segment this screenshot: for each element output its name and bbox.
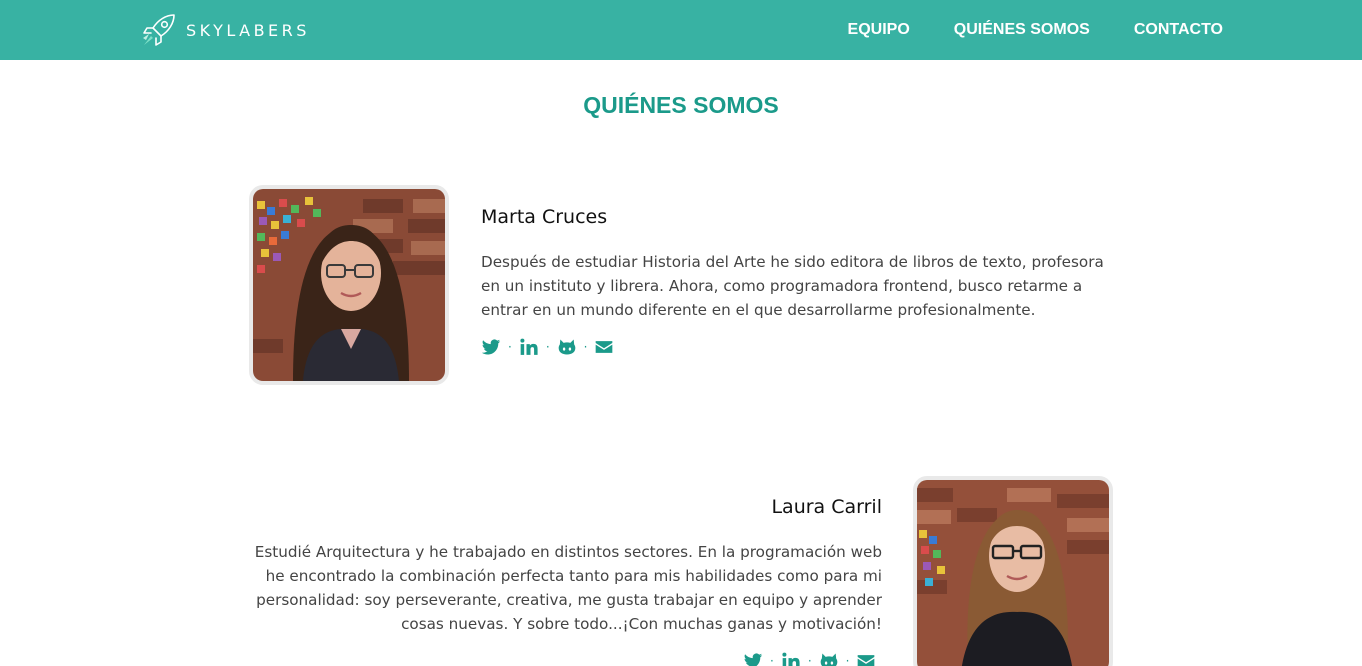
- email-icon[interactable]: [593, 336, 615, 358]
- main-nav: EQUIPO QUIÉNES SOMOS CONTACTO: [804, 0, 1223, 60]
- member-name: Marta Cruces: [481, 206, 608, 228]
- brand-name: SKYLABERS: [186, 20, 310, 40]
- separator-dot: ·: [807, 654, 812, 666]
- separator-dot: ·: [845, 654, 850, 666]
- linkedin-icon[interactable]: [518, 336, 540, 358]
- brand-home-link[interactable]: SKYLABERS: [140, 11, 310, 49]
- top-navbar: SKYLABERS EQUIPO QUIÉNES SOMOS CONTACTO: [0, 0, 1362, 60]
- member-photo-marta: [249, 185, 449, 385]
- nav-link-equipo[interactable]: EQUIPO: [848, 21, 910, 39]
- page-title: QUIÉNES SOMOS: [583, 92, 779, 118]
- separator-dot: ·: [583, 340, 588, 354]
- separator-dot: ·: [508, 340, 512, 354]
- member-bio: Estudié Arquitectura y he trabajado en d…: [254, 543, 882, 633]
- nav-link-quienes-somos[interactable]: QUIÉNES SOMOS: [954, 21, 1090, 39]
- email-icon[interactable]: [855, 650, 877, 666]
- twitter-icon[interactable]: [742, 650, 764, 666]
- member-portrait-image: [917, 480, 1109, 666]
- nav-link-contacto[interactable]: CONTACTO: [1134, 21, 1223, 39]
- separator-dot: ·: [770, 654, 774, 666]
- github-icon[interactable]: [818, 650, 840, 666]
- rocket-icon: [143, 14, 175, 46]
- linkedin-icon[interactable]: [780, 650, 802, 666]
- member-bio: Después de estudiar Historia del Arte he…: [481, 253, 1104, 319]
- member-photo-laura: [913, 476, 1113, 666]
- twitter-icon[interactable]: [480, 336, 502, 358]
- separator-dot: ·: [545, 340, 550, 354]
- member-name: Laura Carril: [771, 496, 882, 518]
- github-icon[interactable]: [556, 336, 578, 358]
- member-portrait-image: [253, 189, 445, 381]
- member-social-links: · · ·: [742, 650, 877, 666]
- member-social-links: · · ·: [480, 336, 615, 358]
